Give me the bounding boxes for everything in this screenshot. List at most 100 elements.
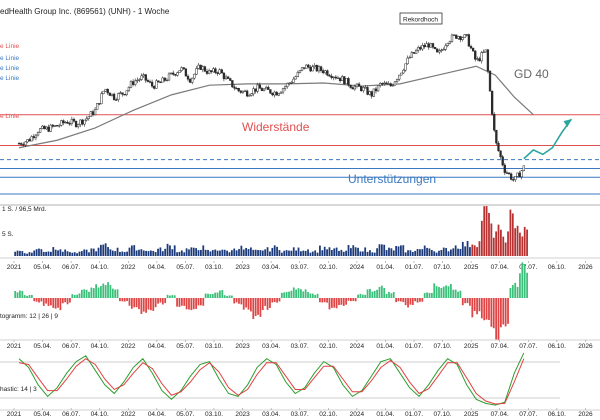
candle-body bbox=[425, 43, 428, 48]
x-tick-label: 2025 bbox=[464, 343, 479, 350]
volume-bar bbox=[433, 251, 436, 256]
macd-bar bbox=[321, 298, 324, 303]
candle-body bbox=[395, 78, 399, 82]
volume-bar bbox=[461, 241, 464, 256]
candle-body bbox=[104, 88, 107, 92]
candle-body bbox=[440, 49, 443, 52]
macd-bar bbox=[502, 298, 505, 325]
candle-body bbox=[298, 69, 302, 73]
macd-bar bbox=[223, 295, 226, 298]
volume-bar bbox=[207, 249, 209, 256]
volume-bar bbox=[152, 250, 155, 256]
macd-bar bbox=[330, 298, 333, 308]
candle-body bbox=[362, 87, 365, 91]
volume-bar bbox=[347, 245, 350, 256]
candle-body bbox=[351, 87, 354, 90]
macd-bar bbox=[28, 295, 31, 298]
candle-body bbox=[165, 79, 169, 82]
volume-bar bbox=[378, 244, 381, 256]
macd-bar bbox=[250, 298, 252, 312]
volume-bar bbox=[523, 226, 526, 256]
candle-body bbox=[474, 50, 477, 60]
candle-body bbox=[20, 143, 23, 145]
macd-bar bbox=[473, 298, 476, 311]
x-tick-label: 04.10. bbox=[91, 264, 109, 271]
macd-bar bbox=[142, 298, 145, 312]
volume-bar bbox=[440, 249, 443, 256]
x-tick-label: 03.10. bbox=[205, 411, 223, 418]
macd-bar bbox=[50, 298, 52, 306]
x-tick-label: 03.10. bbox=[205, 264, 223, 271]
macd-bar bbox=[57, 298, 59, 308]
candle-body bbox=[66, 121, 69, 124]
chart-title: edHealth Group Inc. (869561) (UNH) - 1 W… bbox=[0, 7, 170, 16]
candle-body bbox=[250, 93, 253, 96]
volume-bar bbox=[192, 247, 195, 256]
candle-body bbox=[275, 91, 278, 96]
macd-bar bbox=[247, 298, 250, 310]
candle-body bbox=[106, 88, 109, 94]
x-tick-label: 07.07. bbox=[519, 411, 537, 418]
candle-body bbox=[58, 125, 61, 127]
macd-bar bbox=[211, 294, 214, 298]
macd-bar bbox=[519, 273, 521, 298]
x-tick-label: 05.04. bbox=[34, 264, 52, 271]
macd-bar bbox=[335, 298, 338, 309]
volume-bar bbox=[509, 209, 512, 256]
candle-body bbox=[49, 124, 52, 132]
volume-bar bbox=[273, 245, 276, 256]
macd-bar bbox=[347, 298, 350, 301]
candle-body bbox=[188, 78, 192, 83]
candle-body bbox=[252, 88, 255, 95]
volume-bar bbox=[402, 245, 405, 256]
macd-bar bbox=[430, 292, 433, 298]
candle-body bbox=[115, 99, 118, 101]
macd-bar bbox=[216, 292, 219, 298]
candle-body bbox=[262, 88, 266, 91]
macd-bar bbox=[147, 298, 150, 310]
volume-bar bbox=[50, 251, 52, 256]
macd-bar bbox=[480, 298, 483, 319]
volume-bar bbox=[516, 225, 519, 256]
candle-body bbox=[174, 74, 177, 76]
x-tick-label: 01.07. bbox=[405, 411, 423, 418]
volume-bar bbox=[504, 242, 507, 256]
x-tick-label: 02.10. bbox=[319, 264, 337, 271]
volume-bar bbox=[385, 250, 388, 256]
candle-body bbox=[229, 78, 232, 81]
candle-body bbox=[469, 46, 473, 49]
volume-bar bbox=[419, 249, 421, 256]
volume-bar bbox=[469, 247, 471, 256]
volume-bar bbox=[514, 228, 517, 256]
candle-body bbox=[499, 150, 502, 157]
macd-bar bbox=[509, 288, 512, 298]
candle-body bbox=[70, 118, 73, 124]
macd-bar bbox=[47, 298, 50, 306]
volume-bar bbox=[147, 251, 150, 256]
macd-bar bbox=[380, 285, 383, 298]
candle-body bbox=[520, 170, 523, 178]
macd-bar bbox=[271, 298, 274, 303]
macd-bar bbox=[421, 298, 424, 302]
volume-bar bbox=[423, 245, 426, 256]
macd-bar bbox=[411, 298, 414, 305]
macd-bar bbox=[259, 298, 262, 317]
macd-bar bbox=[507, 298, 509, 324]
candle-body bbox=[516, 172, 519, 177]
volume-bar bbox=[19, 250, 21, 256]
macd-bar bbox=[252, 298, 255, 319]
candle-body bbox=[497, 142, 500, 152]
candle-body bbox=[518, 172, 521, 178]
candle-body bbox=[366, 87, 369, 95]
candle-body bbox=[509, 173, 513, 180]
volume-bar bbox=[328, 247, 331, 256]
volume-bar bbox=[173, 245, 176, 256]
volume-bar bbox=[430, 250, 433, 256]
volume-bar bbox=[421, 249, 424, 256]
volume-label: 1 S. / 96,5 Mrd. bbox=[2, 206, 47, 213]
candle-body bbox=[467, 34, 471, 47]
candle-body bbox=[448, 41, 452, 44]
volume-bar bbox=[445, 248, 448, 256]
candle-body bbox=[93, 109, 97, 116]
volume-bar bbox=[154, 252, 157, 256]
